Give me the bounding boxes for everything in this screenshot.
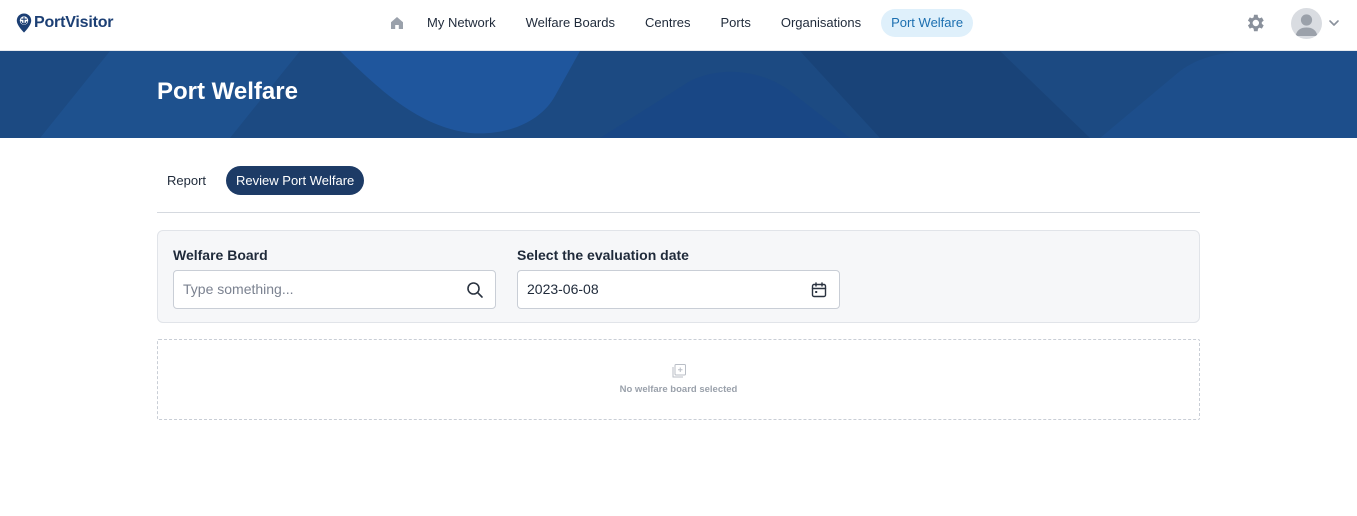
avatar-icon	[1295, 14, 1318, 36]
filter-panel: Welfare Board Type something... Select t…	[157, 230, 1200, 323]
evaluation-date-label: Select the evaluation date	[517, 247, 689, 263]
nav-item-organisations[interactable]: Organisations	[771, 9, 871, 37]
chevron-down-icon[interactable]	[1328, 17, 1340, 29]
page-title: Port Welfare	[157, 78, 298, 105]
tab-review-port-welfare[interactable]: Review Port Welfare	[226, 166, 365, 195]
tab-report[interactable]: Report	[157, 166, 216, 195]
page-tabs: Report Review Port Welfare	[157, 166, 374, 195]
nav-item-port-welfare[interactable]: Port Welfare	[881, 9, 974, 37]
portvisitor-logo[interactable]: PortVisitor	[16, 12, 114, 34]
nav-item-welfare-boards[interactable]: Welfare Boards	[516, 9, 625, 37]
empty-state-placeholder: No welfare board selected	[157, 339, 1200, 420]
calendar-icon[interactable]	[810, 281, 828, 299]
search-icon[interactable]	[466, 281, 484, 299]
nav-item-ports[interactable]: Ports	[711, 9, 761, 37]
page-banner: Port Welfare	[0, 51, 1357, 138]
main-navigation: My Network Welfare Boards Centres Ports …	[382, 9, 983, 37]
tabs-divider	[157, 212, 1200, 213]
welfare-board-placeholder: Type something...	[183, 281, 294, 297]
evaluation-date-value: 2023-06-08	[527, 281, 599, 297]
add-square-icon	[672, 364, 686, 378]
evaluation-date-input[interactable]: 2023-06-08	[517, 270, 840, 309]
welfare-board-search-input[interactable]: Type something...	[173, 270, 496, 309]
location-pin-icon	[16, 13, 32, 33]
welfare-board-label: Welfare Board	[173, 247, 268, 263]
user-avatar-button[interactable]	[1291, 8, 1322, 39]
nav-item-centres[interactable]: Centres	[635, 9, 701, 37]
nav-item-my-network[interactable]: My Network	[417, 9, 506, 37]
gear-icon[interactable]	[1244, 12, 1266, 34]
home-icon	[391, 17, 403, 29]
empty-state-text: No welfare board selected	[619, 384, 738, 395]
brand-name: PortVisitor	[34, 14, 114, 31]
top-navigation-bar: PortVisitor My Network Welfare Boards Ce…	[0, 0, 1357, 51]
nav-home-button[interactable]	[382, 9, 412, 37]
